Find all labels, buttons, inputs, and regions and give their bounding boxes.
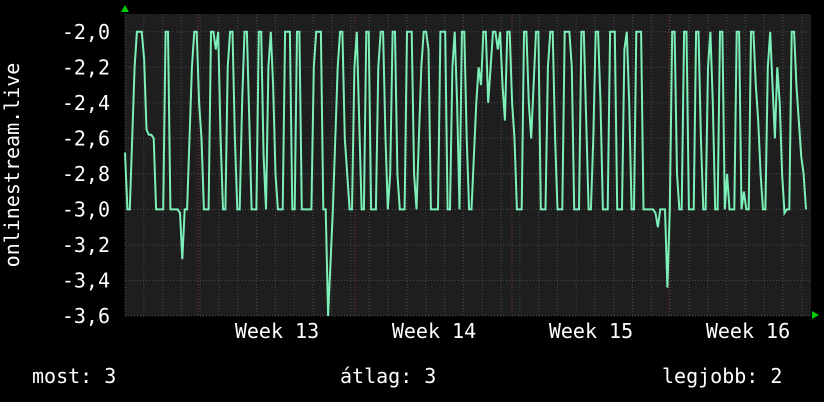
legend-average: átlag: 3 bbox=[340, 364, 437, 388]
y-tick-label: -3,2 bbox=[62, 233, 110, 257]
y-tick-label: -2,6 bbox=[62, 126, 110, 150]
x-tick-label: Week 16 bbox=[706, 319, 790, 343]
y-tick-label: -2,4 bbox=[62, 91, 110, 115]
x-tick-label: Week 15 bbox=[549, 319, 633, 343]
x-tick-label: Week 14 bbox=[392, 319, 476, 343]
y-tick-label: -2,2 bbox=[62, 55, 110, 79]
legend-best: legjobb: 2 bbox=[662, 364, 783, 388]
y-axis-label: onlinestream.live bbox=[0, 62, 24, 268]
y-tick-label: -2,0 bbox=[62, 20, 110, 44]
y-tick-label: -2,8 bbox=[62, 162, 110, 186]
legend-current: most: 3 bbox=[32, 364, 117, 388]
y-axis-arrow bbox=[121, 5, 129, 12]
x-tick-label: Week 13 bbox=[235, 319, 319, 343]
x-axis-arrow bbox=[812, 311, 819, 319]
chart: -2,0 -2,2 -2,4 -2,6 -2,8 -3,0 -3,2 -3,4 -3,6 Wee… bbox=[62, 5, 819, 343]
y-tick-label: -3,6 bbox=[62, 304, 110, 328]
x-tick-labels: Week 13 Week 14 Week 15 Week 16 bbox=[235, 319, 790, 343]
y-tick-label: -3,4 bbox=[62, 268, 110, 292]
y-tick-labels: -2,0 -2,2 -2,4 -2,6 -2,8 -3,0 -3,2 -3,4 -3,6 bbox=[62, 20, 110, 328]
y-tick-label: -3,0 bbox=[62, 197, 110, 221]
